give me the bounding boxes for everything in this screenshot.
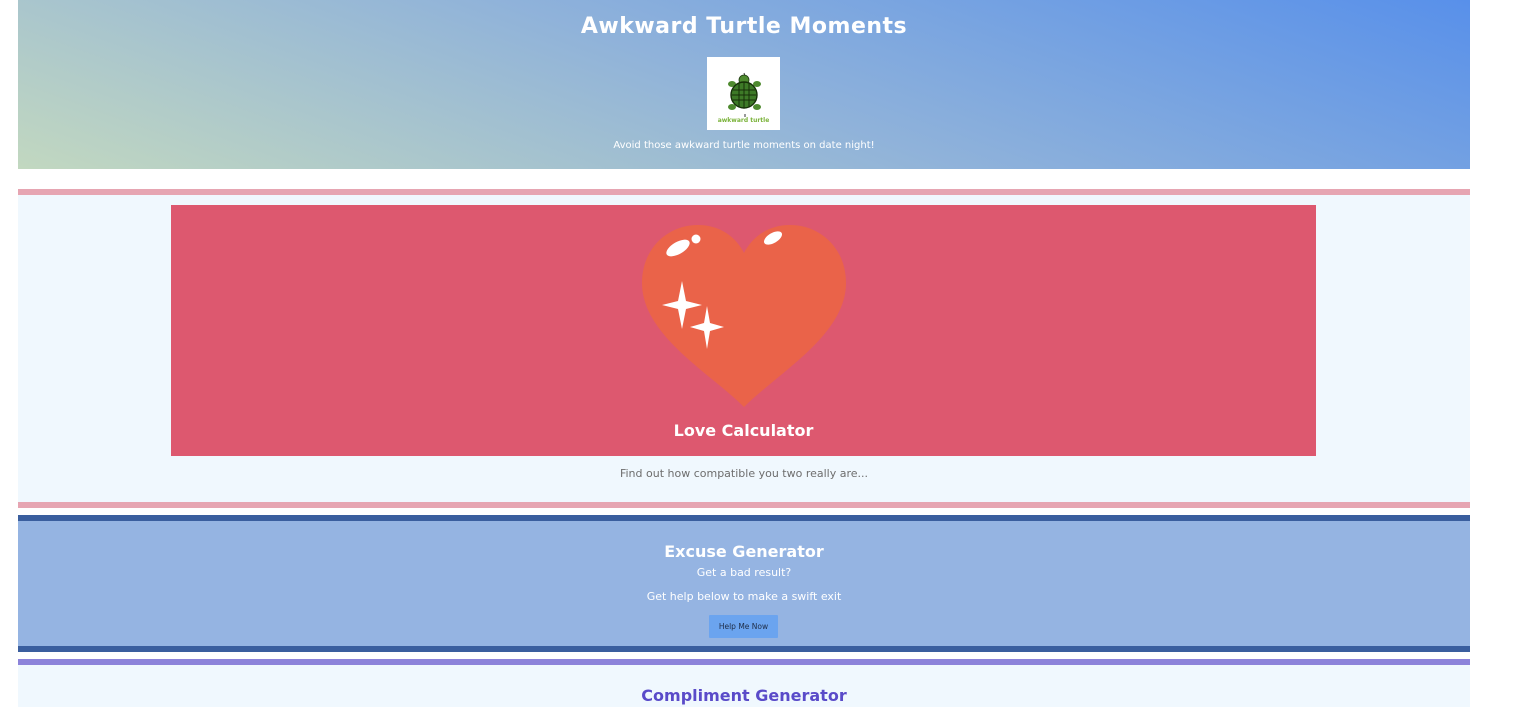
excuse-help-text: Get help below to make a swift exit <box>646 590 842 603</box>
excuse-generator-section: Excuse Generator Get a bad result? Get h… <box>18 515 1470 652</box>
logo-text: awkward turtle <box>717 117 770 124</box>
site-title: Awkward Turtle Moments <box>580 14 908 39</box>
love-calculator-card[interactable]: Love Calculator <box>171 205 1316 456</box>
turtle-logo-icon: awkward turtle <box>707 57 780 130</box>
site-tagline: Avoid those awkward turtle moments on da… <box>613 140 875 151</box>
heart-sparkle-icon <box>642 225 846 407</box>
compliment-generator-section: Compliment Generator <box>18 659 1470 707</box>
love-calculator-title: Love Calculator <box>673 421 814 440</box>
page: Awkward Turtle Moments awkward turtle Av… <box>18 0 1470 707</box>
excuse-generator-title: Excuse Generator <box>664 542 824 561</box>
help-me-now-button[interactable]: Help Me Now <box>709 615 778 638</box>
compliment-generator-title: Compliment Generator <box>641 686 847 705</box>
excuse-prompt-text: Get a bad result? <box>696 566 792 579</box>
love-calculator-section: Love Calculator Find out how compatible … <box>18 189 1470 508</box>
site-header: Awkward Turtle Moments awkward turtle Av… <box>18 0 1470 169</box>
love-calculator-description: Find out how compatible you two really a… <box>619 467 869 480</box>
